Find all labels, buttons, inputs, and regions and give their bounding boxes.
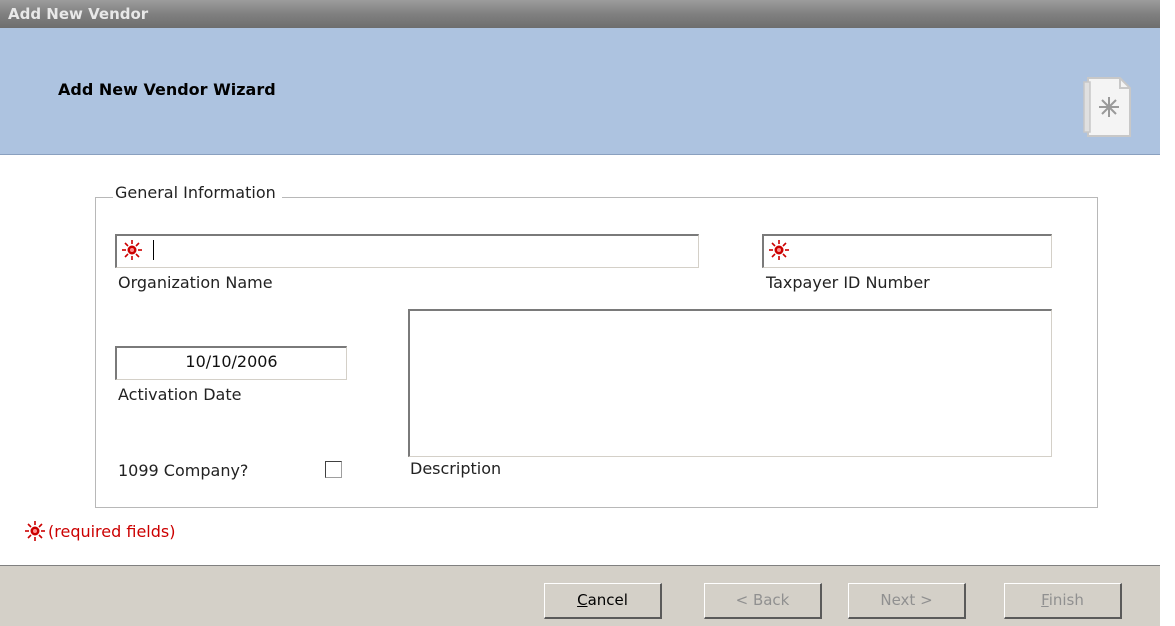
description-textarea[interactable]	[408, 309, 1052, 457]
wizard-content: General Information Organization Name Ta…	[0, 155, 1160, 565]
finish-button[interactable]: Finish	[1004, 583, 1122, 619]
taxpayer-id-input[interactable]	[762, 234, 1052, 268]
required-fields-text: (required fields)	[48, 521, 176, 541]
company-1099-label: 1099 Company?	[118, 461, 249, 480]
activation-date-label: Activation Date	[118, 385, 242, 404]
required-icon	[769, 240, 789, 260]
activation-date-input[interactable]: 10/10/2006	[115, 346, 347, 380]
wizard-title: Add New Vendor Wizard	[58, 80, 276, 99]
taxpayer-id-label: Taxpayer ID Number	[766, 273, 930, 292]
back-button[interactable]: < Back	[704, 583, 822, 619]
activation-date-value: 10/10/2006	[185, 352, 278, 371]
organization-name-input[interactable]	[115, 234, 699, 268]
organization-name-label: Organization Name	[118, 273, 273, 292]
cancel-button[interactable]: Cancel	[544, 583, 662, 619]
cancel-mnemonic: C	[577, 591, 588, 609]
required-fields-note: (required fields)	[24, 520, 175, 542]
general-information-legend: General Information	[113, 183, 282, 202]
window-edge	[1160, 0, 1175, 626]
required-icon	[25, 521, 45, 541]
wizard-header: Add New Vendor Wizard	[0, 28, 1160, 155]
wizard-document-icon	[1083, 77, 1131, 137]
description-label: Description	[410, 459, 502, 478]
window-title-bar[interactable]: Add New Vendor	[0, 0, 1160, 28]
finish-mnemonic: F	[1041, 591, 1049, 609]
next-button[interactable]: Next >	[848, 583, 966, 619]
window-title: Add New Vendor	[8, 5, 149, 23]
wizard-footer: Cancel < Back Next > Finish	[0, 565, 1160, 626]
company-1099-checkbox[interactable]	[325, 461, 342, 478]
text-cursor	[153, 240, 154, 260]
required-icon	[122, 240, 142, 260]
